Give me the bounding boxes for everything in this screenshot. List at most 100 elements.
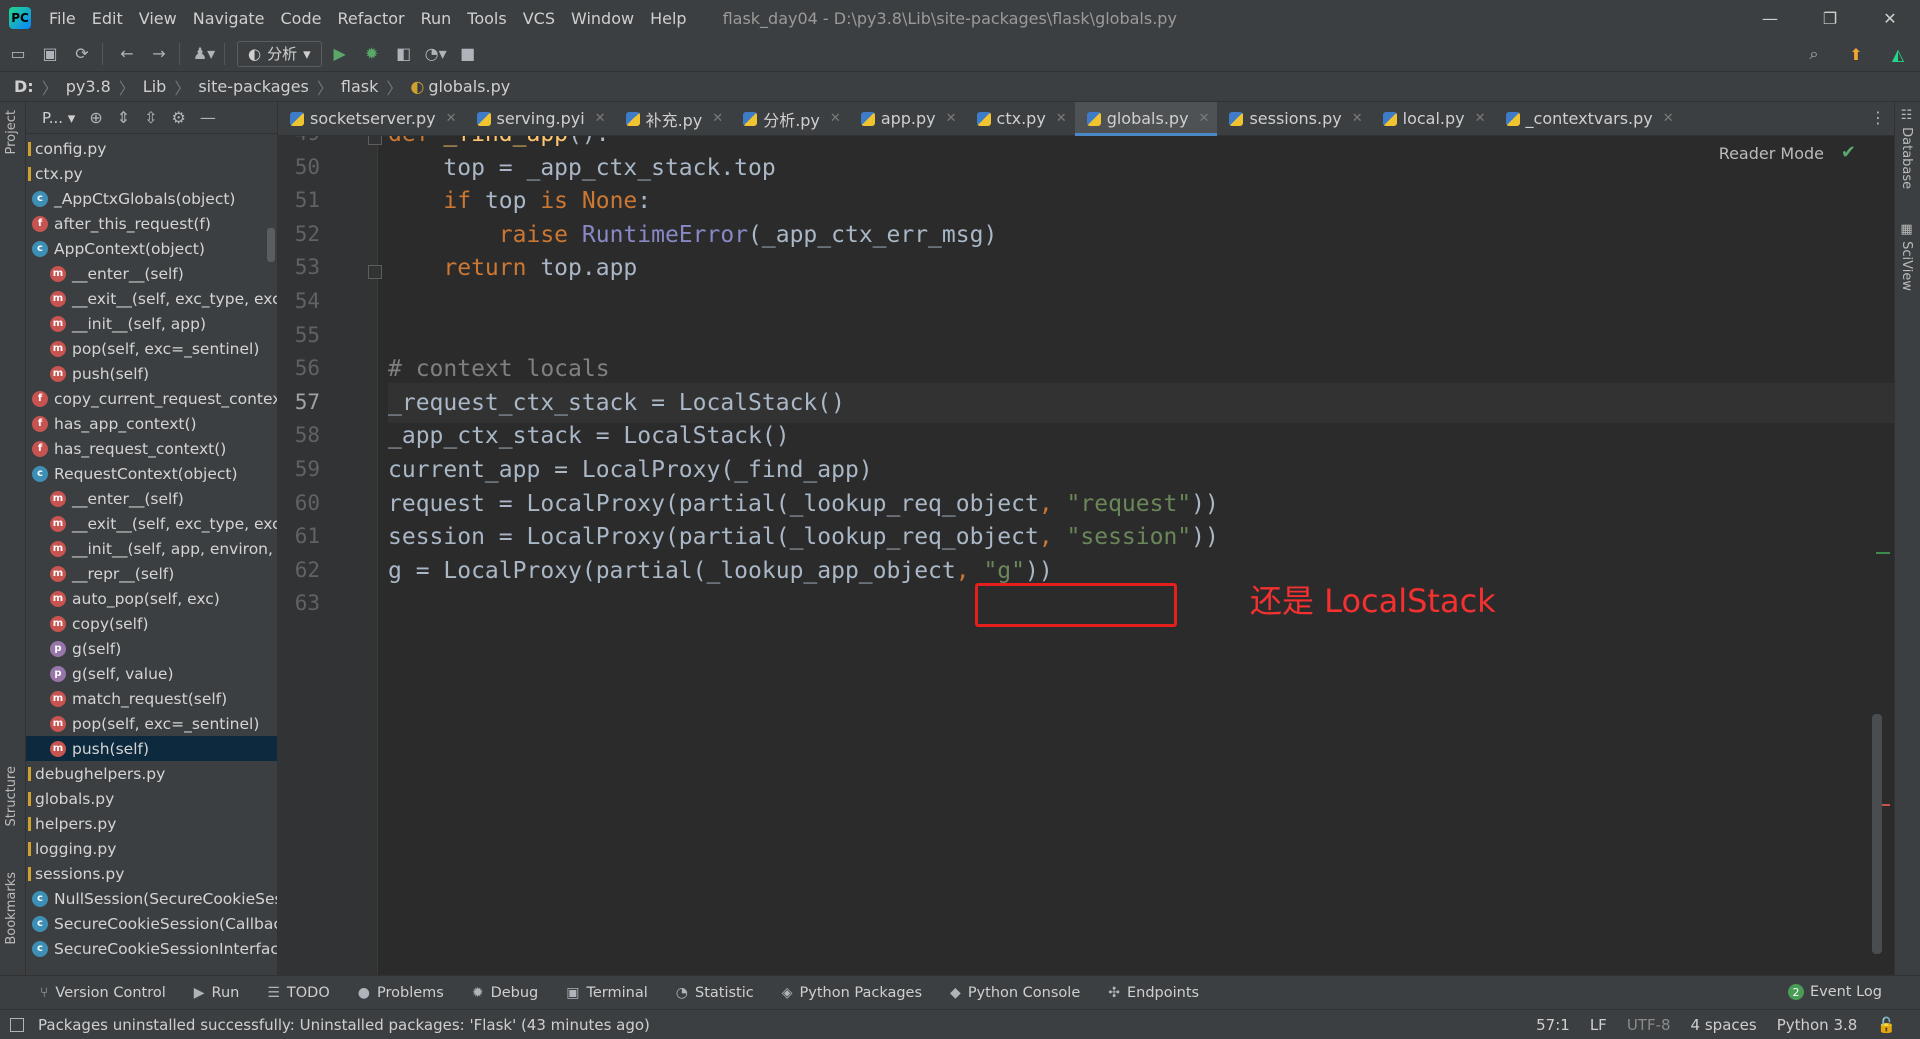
close-tab-icon[interactable]: ✕	[830, 111, 841, 126]
expand-all-icon[interactable]: ⇕	[117, 108, 130, 127]
tree-file[interactable]: ctx.py	[26, 161, 277, 186]
menu-file[interactable]: File	[41, 9, 84, 28]
user-icon[interactable]: ♟▾	[190, 40, 218, 68]
tree-file[interactable]: globals.py	[26, 786, 277, 811]
back-icon[interactable]: ←	[113, 40, 141, 68]
breadcrumb-item[interactable]: Lib	[143, 77, 167, 96]
editor-tab[interactable]: local.py ✕	[1371, 102, 1494, 136]
close-tab-icon[interactable]: ✕	[1199, 111, 1210, 126]
menu-vcs[interactable]: VCS	[515, 9, 563, 28]
menu-navigate[interactable]: Navigate	[185, 9, 273, 28]
tree-member[interactable]: m __repr__(self)	[26, 561, 277, 586]
tree-member[interactable]: m __exit__(self, exc_type, exc_	[26, 286, 277, 311]
editor-tab[interactable]: 分析.py ✕	[731, 102, 849, 136]
tree-member[interactable]: m match_request(self)	[26, 686, 277, 711]
tree-member[interactable]: m __enter__(self)	[26, 261, 277, 286]
editor-tab[interactable]: app.py ✕	[849, 102, 965, 136]
close-tab-icon[interactable]: ✕	[595, 111, 606, 126]
minimize-button[interactable]: —	[1740, 0, 1800, 36]
breadcrumb-item[interactable]: site-packages	[198, 77, 309, 96]
tree-member[interactable]: p g(self)	[26, 636, 277, 661]
profile-icon[interactable]: ◔▾	[422, 40, 450, 68]
tree-member[interactable]: m __enter__(self)	[26, 486, 277, 511]
close-tab-icon[interactable]: ✕	[712, 111, 723, 126]
menu-window[interactable]: Window	[563, 9, 642, 28]
tree-member[interactable]: m auto_pop(self, exc)	[26, 586, 277, 611]
breadcrumb-item[interactable]: globals.py	[428, 77, 510, 96]
fold-marker-icon[interactable]	[368, 136, 382, 145]
menu-refactor[interactable]: Refactor	[329, 9, 412, 28]
tree-member[interactable]: c SecureCookieSessionInterface	[26, 936, 277, 961]
editor-tab[interactable]: serving.pyi ✕	[465, 102, 614, 136]
hide-icon[interactable]: —	[200, 108, 216, 127]
reader-mode-button[interactable]: Reader Mode	[1719, 144, 1824, 163]
stop-icon[interactable]: ■	[454, 40, 482, 68]
menu-run[interactable]: Run	[413, 9, 460, 28]
bookmarks-tool-tab[interactable]: Bookmarks	[4, 872, 19, 945]
close-tab-icon[interactable]: ✕	[1475, 111, 1486, 126]
lock-icon[interactable]: 🔓	[1877, 1016, 1896, 1034]
database-tool-tab[interactable]: ☷ Database	[1899, 108, 1914, 189]
tree-member[interactable]: c SecureCookieSession(Callback	[26, 911, 277, 936]
tree-member[interactable]: m push(self)	[26, 736, 277, 761]
tree-member[interactable]: c NullSession(SecureCookieSess	[26, 886, 277, 911]
menu-edit[interactable]: Edit	[84, 9, 131, 28]
status-message[interactable]: Packages uninstalled successfully: Unins…	[38, 1016, 650, 1034]
tree-member[interactable]: m copy(self)	[26, 611, 277, 636]
gear-icon[interactable]: ⚙	[172, 108, 186, 127]
indent-setting[interactable]: 4 spaces	[1691, 1016, 1757, 1034]
tree-member[interactable]: f after_this_request(f)	[26, 211, 277, 236]
search-icon[interactable]: ⌕	[1800, 40, 1828, 68]
more-tabs-icon[interactable]: ⋮	[1870, 108, 1886, 127]
tree-member[interactable]: f has_request_context()	[26, 436, 277, 461]
python-packages-tool-button[interactable]: ◈ Python Packages	[782, 985, 922, 1001]
tree-member[interactable]: m pop(self, exc=_sentinel)	[26, 711, 277, 736]
caret-position[interactable]: 57:1	[1536, 1016, 1570, 1034]
editor-tab[interactable]: ctx.py ✕	[965, 102, 1075, 136]
tree-member[interactable]: f has_app_context()	[26, 411, 277, 436]
debug-tool-button[interactable]: ✹ Debug	[472, 985, 538, 1001]
plugin-icon[interactable]: ◭	[1884, 40, 1912, 68]
close-tab-icon[interactable]: ✕	[1352, 111, 1363, 126]
structure-tool-tab[interactable]: Structure	[4, 766, 19, 826]
close-tab-icon[interactable]: ✕	[446, 111, 457, 126]
tree-file[interactable]: helpers.py	[26, 811, 277, 836]
tree-file[interactable]: logging.py	[26, 836, 277, 861]
coverage-icon[interactable]: ◧	[390, 40, 418, 68]
code-editor[interactable]: 49 50 51 52 53 54 55 56 57 58 59 60 61 62 63 def _find…	[278, 136, 1894, 975]
version-control-tool-button[interactable]: ⑂ Version Control	[40, 985, 166, 1001]
close-button[interactable]: ✕	[1860, 0, 1920, 36]
editor-tab[interactable]: sessions.py ✕	[1217, 102, 1370, 136]
editor-tab[interactable]: globals.py ✕	[1074, 101, 1218, 136]
todo-tool-button[interactable]: ☰ TODO	[267, 985, 329, 1001]
update-icon[interactable]: ⬆	[1842, 40, 1870, 68]
editor-tab[interactable]: 补充.py ✕	[614, 102, 732, 136]
tree-member[interactable]: m __exit__(self, exc_type, exc_	[26, 511, 277, 536]
editor-scrollbar[interactable]	[1872, 714, 1882, 954]
line-separator[interactable]: LF	[1590, 1016, 1607, 1034]
status-toggle-icon[interactable]	[10, 1017, 24, 1032]
menu-view[interactable]: View	[131, 9, 185, 28]
editor-tab[interactable]: _contextvars.py ✕	[1494, 102, 1682, 136]
tree-member[interactable]: c _AppCtxGlobals(object)	[26, 186, 277, 211]
save-icon[interactable]: ▣	[36, 40, 64, 68]
terminal-tool-button[interactable]: ▣ Terminal	[566, 985, 648, 1001]
forward-icon[interactable]: →	[145, 40, 173, 68]
python-console-tool-button[interactable]: ◆ Python Console	[950, 985, 1080, 1001]
tree-member[interactable]: m __init__(self, app)	[26, 311, 277, 336]
tree-member[interactable]: c AppContext(object)	[26, 236, 277, 261]
event-log-button[interactable]: 2 Event Log	[1787, 984, 1882, 1000]
locate-icon[interactable]: ⊕	[89, 108, 102, 127]
tree-member[interactable]: p g(self, value)	[26, 661, 277, 686]
menu-tools[interactable]: Tools	[459, 9, 514, 28]
tree-file[interactable]: debughelpers.py	[26, 761, 277, 786]
breadcrumb-item[interactable]: flask	[341, 77, 378, 96]
close-tab-icon[interactable]: ✕	[1056, 111, 1067, 126]
sync-icon[interactable]: ⟳	[68, 40, 96, 68]
code-area[interactable]: def _find_app(): top = _app_ctx_stack.to…	[388, 136, 1894, 975]
endpoints-tool-button[interactable]: ✣ Endpoints	[1108, 985, 1199, 1001]
tree-file[interactable]: sessions.py	[26, 861, 277, 886]
tree-member[interactable]: m push(self)	[26, 361, 277, 386]
tree-member[interactable]: m __init__(self, app, environ, re	[26, 536, 277, 561]
breadcrumb-item[interactable]: D:	[14, 77, 34, 96]
